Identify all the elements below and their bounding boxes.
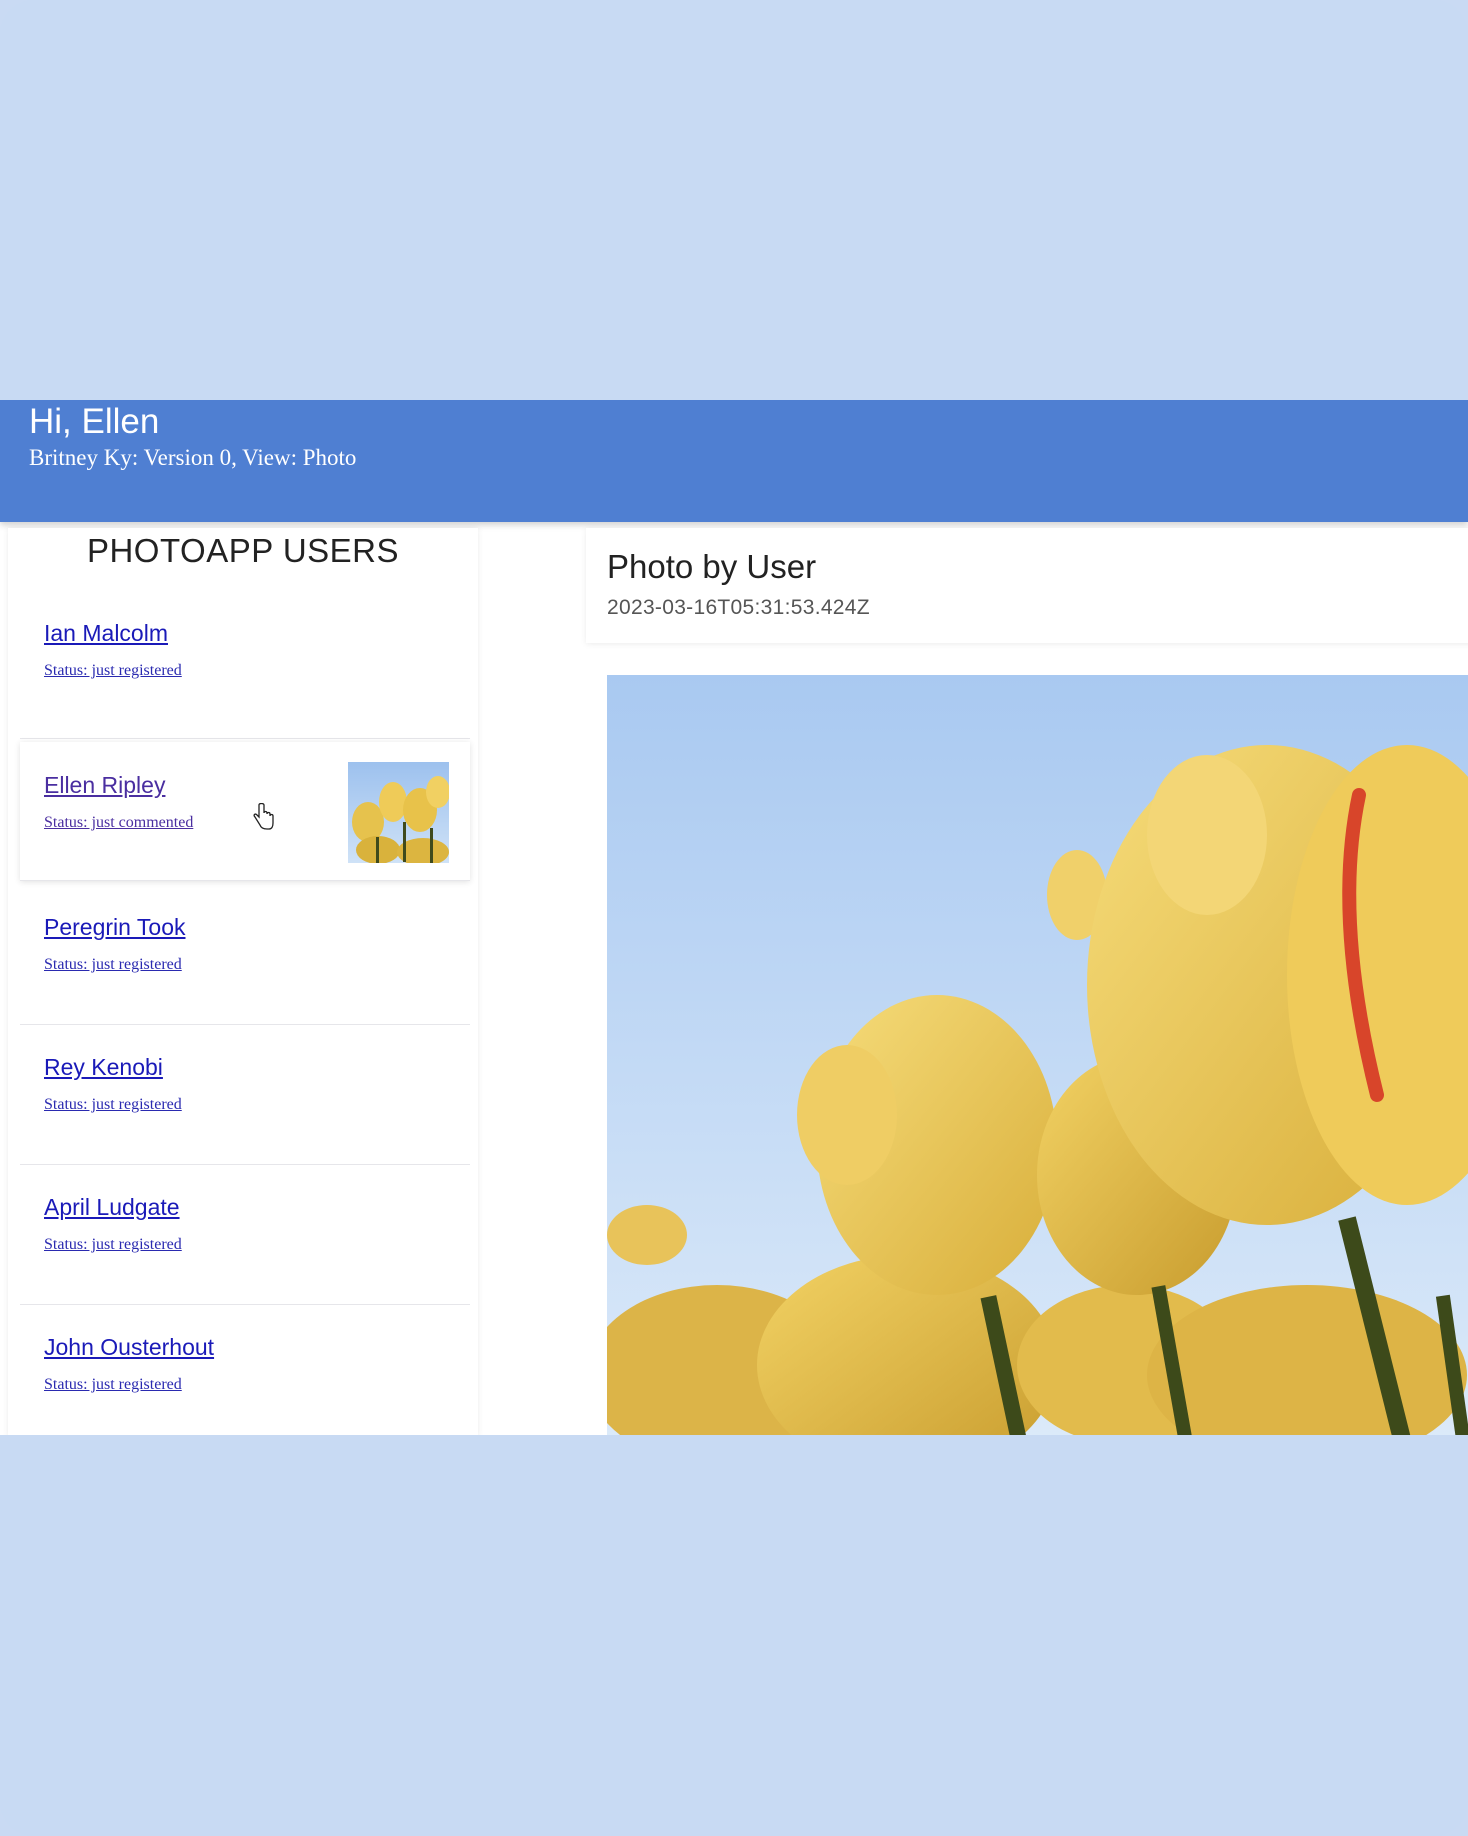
- user-status-link[interactable]: Status: just registered: [44, 1236, 182, 1254]
- user-name-link[interactable]: Rey Kenobi: [44, 1054, 163, 1081]
- user-status-link[interactable]: Status: just registered: [44, 662, 182, 680]
- user-name-link[interactable]: April Ludgate: [44, 1194, 180, 1221]
- user-list-sidebar: PHOTOAPP USERS Ian Malcolm Status: just …: [8, 528, 478, 1435]
- hand-pointer-icon: [252, 802, 274, 831]
- user-list-item[interactable]: Peregrin Took Status: just registered: [20, 884, 470, 1025]
- user-name-link[interactable]: Ian Malcolm: [44, 620, 168, 647]
- user-list-item[interactable]: Rey Kenobi Status: just registered: [20, 1024, 470, 1165]
- photo-title: Photo by User: [607, 548, 817, 585]
- user-status-link[interactable]: Status: just registered: [44, 1376, 182, 1394]
- photo-timestamp: 2023-03-16T05:31:53.424Z: [607, 596, 870, 619]
- screen-frame: Hi, Ellen Britney Ky: Version 0, View: P…: [0, 0, 1468, 1836]
- user-list-item[interactable]: Ellen Ripley Status: just commented: [20, 742, 470, 881]
- greeting-text: Hi, Ellen: [29, 402, 160, 441]
- user-status-link[interactable]: Status: just registered: [44, 1096, 182, 1114]
- photo-app-window: Hi, Ellen Britney Ky: Version 0, View: P…: [0, 400, 1468, 1435]
- user-list-item[interactable]: John Ousterhout Status: just registered: [20, 1304, 470, 1435]
- user-status-link[interactable]: Status: just commented: [44, 814, 193, 832]
- user-name-link[interactable]: Peregrin Took: [44, 914, 186, 941]
- user-name-link[interactable]: Ellen Ripley: [44, 772, 165, 799]
- user-name-link[interactable]: John Ousterhout: [44, 1334, 214, 1361]
- tulip-photo: [607, 675, 1468, 1435]
- photo-thumbnail[interactable]: [348, 762, 449, 863]
- user-list-item[interactable]: Ian Malcolm Status: just registered: [20, 618, 470, 739]
- app-subtitle: Britney Ky: Version 0, View: Photo: [29, 445, 357, 470]
- top-app-bar: Hi, Ellen Britney Ky: Version 0, View: P…: [0, 400, 1468, 522]
- user-list-item[interactable]: April Ludgate Status: just registered: [20, 1164, 470, 1305]
- user-status-link[interactable]: Status: just registered: [44, 956, 182, 974]
- sidebar-title: PHOTOAPP USERS: [86, 532, 400, 569]
